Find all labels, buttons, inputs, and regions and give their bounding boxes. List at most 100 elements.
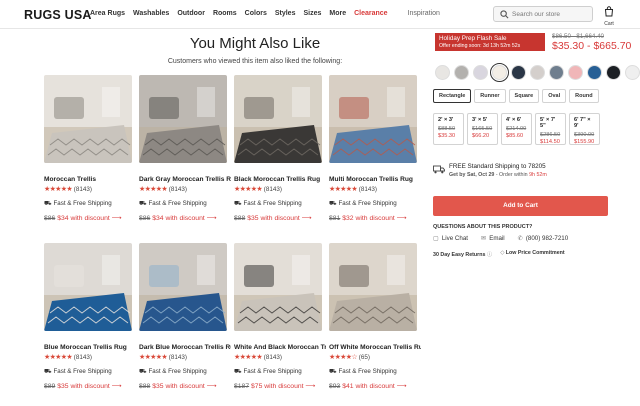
price-original: $86.50 - $1,664.40 [552, 33, 604, 40]
product-image[interactable] [234, 243, 322, 331]
product-rating: ★★★★★ (8143) [139, 186, 187, 193]
tag-icon: ◇ [500, 250, 505, 256]
promo-title: Holiday Prep Flash Sale [439, 35, 507, 42]
product-name[interactable]: Moroccan Trellis [44, 176, 136, 183]
cart-button[interactable]: Cart [602, 4, 616, 27]
product-image[interactable] [139, 75, 227, 163]
returns-perk[interactable]: 30 Day Easy Returns ⓘ [433, 250, 492, 258]
phone-link[interactable]: ✆ (800) 982-7210 [518, 235, 569, 242]
search-icon [500, 10, 509, 19]
size-option[interactable]: 5' × 7' 5" $286.50 $114.50 [535, 113, 566, 145]
contact-options: ▢ Live Chat ✉ Email ✆ (800) 982-7210 [433, 235, 568, 242]
shipping-note: ⛟ Fast & Free Shipping [234, 200, 302, 207]
section-subtitle: Customers who viewed this item also like… [167, 58, 343, 65]
shape-selector: Rectangle Runner Square Oval Round [433, 89, 599, 103]
product-price[interactable]: $93 $41 with discount ⟶ [329, 382, 406, 390]
product-name[interactable]: Off White Moroccan Trellis Rug [329, 344, 421, 351]
product-image[interactable] [44, 243, 132, 331]
shipping-line[interactable]: FREE Standard Shipping to 78205 [449, 163, 546, 170]
color-swatch[interactable] [568, 65, 583, 80]
color-swatch[interactable] [587, 65, 602, 80]
size-option[interactable]: 6' 7" × 9' $390.00 $155.90 [569, 113, 600, 145]
nav-washables[interactable]: Washables [133, 10, 169, 17]
product-image[interactable] [44, 75, 132, 163]
truck-icon: ⛟ [139, 200, 147, 207]
product-price[interactable]: $88 $35 with discount ⟶ [234, 214, 311, 222]
email-link[interactable]: ✉ Email [481, 235, 505, 242]
product-card[interactable]: Dark Blue Moroccan Trellis Rug ★★★★★ (81… [139, 243, 231, 390]
shape-option[interactable]: Round [569, 89, 599, 103]
product-price[interactable]: $86 $34 with discount ⟶ [139, 214, 216, 222]
product-card[interactable]: Black Moroccan Trellis Rug ★★★★★ (8143) … [234, 75, 322, 222]
shape-option[interactable]: Rectangle [433, 89, 472, 103]
product-image[interactable] [329, 75, 417, 163]
live-chat-link[interactable]: ▢ Live Chat [433, 235, 468, 242]
product-rating: ★★★★★ (8143) [234, 354, 282, 361]
nav-outdoor[interactable]: Outdoor [177, 10, 205, 17]
product-name[interactable]: Blue Moroccan Trellis Rug [44, 344, 136, 351]
product-rating: ★★★★☆ (65) [329, 354, 370, 361]
nav-sizes[interactable]: Sizes [303, 10, 321, 17]
product-card[interactable]: White And Black Moroccan Trellis Rug ★★★… [234, 243, 326, 390]
color-swatch[interactable] [454, 65, 469, 80]
main-nav: Area Rugs Washables Outdoor Rooms Colors… [90, 10, 440, 17]
color-swatch[interactable] [511, 65, 526, 80]
color-swatch[interactable] [530, 65, 545, 80]
delivery-estimate: Get by Sat, Oct 29 - Order within 9h 52m [449, 172, 547, 178]
shape-option[interactable]: Square [508, 89, 540, 103]
product-name[interactable]: Multi Moroccan Trellis Rug [329, 176, 421, 183]
truck-icon: ⛟ [234, 200, 242, 207]
color-swatch[interactable] [473, 65, 488, 80]
flash-sale-banner: Holiday Prep Flash Sale Offer ending soo… [435, 33, 545, 51]
nav-area-rugs[interactable]: Area Rugs [90, 10, 125, 17]
size-option[interactable]: 3' × 5' $165.50 $66.20 [467, 113, 498, 145]
product-card[interactable]: Dark Gray Moroccan Trellis Rug ★★★★★ (81… [139, 75, 231, 222]
product-image[interactable] [329, 243, 417, 331]
search-placeholder: Search our store [512, 11, 561, 18]
product-image[interactable] [234, 75, 322, 163]
shape-option[interactable]: Oval [542, 89, 567, 103]
product-card[interactable]: Multi Moroccan Trellis Rug ★★★★★ (8143) … [329, 75, 417, 222]
star-rating-icon: ★★★★☆ [329, 354, 357, 361]
nav-rooms[interactable]: Rooms [213, 10, 237, 17]
product-price[interactable]: $89 $35 with discount ⟶ [44, 382, 121, 390]
size-option[interactable]: 2' × 3' $88.50 $35.30 [433, 113, 464, 145]
product-card[interactable]: Off White Moroccan Trellis Rug ★★★★☆ (65… [329, 243, 421, 390]
color-swatch[interactable] [435, 65, 450, 80]
add-to-cart-button[interactable]: Add to Cart [433, 196, 608, 216]
product-price[interactable]: $86 $34 with discount ⟶ [44, 214, 121, 222]
section-title: You Might Also Like [189, 35, 321, 52]
chat-icon: ▢ [433, 235, 439, 242]
star-rating-icon: ★★★★★ [234, 186, 262, 193]
product-image[interactable] [139, 243, 227, 331]
truck-icon: ⛟ [139, 368, 147, 375]
product-card[interactable]: Blue Moroccan Trellis Rug ★★★★★ (8143) ⛟… [44, 243, 132, 390]
color-swatch[interactable] [606, 65, 621, 80]
color-swatch[interactable] [549, 65, 564, 80]
size-option[interactable]: 4' × 6' $214.00 $85.60 [501, 113, 532, 145]
product-name[interactable]: Dark Gray Moroccan Trellis Rug [139, 176, 231, 183]
color-swatch[interactable] [625, 65, 640, 80]
nav-styles[interactable]: Styles [275, 10, 296, 17]
truck-icon: ⛟ [234, 368, 242, 375]
product-price[interactable]: $81 $32 with discount ⟶ [329, 214, 406, 222]
nav-more[interactable]: More [329, 10, 346, 17]
cart-label: Cart [604, 21, 614, 27]
search-input[interactable]: Search our store [493, 6, 593, 22]
price-perk[interactable]: ◇ Low Price Commitment [500, 250, 564, 258]
site-logo[interactable]: RUGS USA [24, 8, 92, 22]
product-name[interactable]: White And Black Moroccan Trellis Rug [234, 344, 326, 351]
nav-inspiration[interactable]: Inspiration [408, 10, 440, 17]
color-swatch[interactable] [490, 63, 509, 82]
cart-icon [604, 6, 614, 17]
truck-icon: ⛟ [44, 368, 52, 375]
product-price[interactable]: $88 $35 with discount ⟶ [139, 382, 216, 390]
product-name[interactable]: Dark Blue Moroccan Trellis Rug [139, 344, 231, 351]
nav-clearance[interactable]: Clearance [354, 10, 387, 17]
nav-colors[interactable]: Colors [245, 10, 267, 17]
product-name[interactable]: Black Moroccan Trellis Rug [234, 176, 326, 183]
shape-option[interactable]: Runner [474, 89, 506, 103]
star-rating-icon: ★★★★★ [44, 186, 72, 193]
product-card[interactable]: Moroccan Trellis ★★★★★ (8143) ⛟ Fast & F… [44, 75, 132, 222]
product-price[interactable]: $187 $75 with discount ⟶ [234, 382, 315, 390]
